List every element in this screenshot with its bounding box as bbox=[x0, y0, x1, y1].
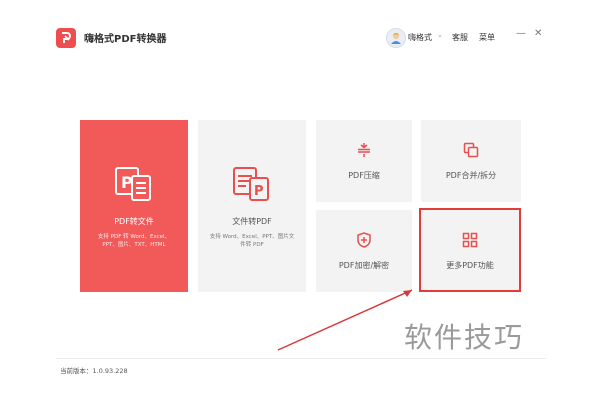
pdf-to-file-desc: 支持 PDF 转 Word、Excel、PPT、图片、TXT、HTML bbox=[97, 234, 171, 248]
chevron-down-icon[interactable]: ⌄ bbox=[437, 31, 443, 39]
compress-icon bbox=[356, 142, 372, 162]
menu-button[interactable]: 菜单 bbox=[479, 32, 495, 43]
pdf-merge-split-label: PDF合并/拆分 bbox=[445, 171, 497, 180]
minimize-icon[interactable]: — bbox=[516, 28, 526, 39]
pdf-merge-split-tile[interactable]: PDF合并/拆分 bbox=[421, 120, 521, 202]
more-pdf-functions-tile[interactable]: 更多PDF功能 bbox=[419, 208, 521, 292]
pdf-compress-tile[interactable]: PDF压缩 bbox=[316, 120, 412, 202]
close-icon[interactable]: ✕ bbox=[534, 28, 542, 39]
pdf-encrypt-tile[interactable]: PDF加密/解密 bbox=[316, 210, 412, 292]
app-title: 嗨格式PDF转换器 bbox=[84, 34, 167, 45]
document-convert-icon: P bbox=[114, 164, 154, 208]
pdf-encrypt-label: PDF加密/解密 bbox=[338, 261, 390, 270]
user-name[interactable]: 嗨格式 bbox=[408, 32, 432, 43]
title-bar: 嗨格式PDF转换器 嗨格式 ⌄ 客服 菜单 — ✕ bbox=[42, 18, 560, 58]
avatar-icon[interactable] bbox=[386, 28, 406, 48]
pdf-to-file-tile[interactable]: P PDF转文件 支持 PDF 转 Word、Excel、PPT、图片、TXT、… bbox=[80, 120, 188, 292]
svg-text:P: P bbox=[254, 184, 264, 199]
file-to-pdf-label: 文件转PDF bbox=[232, 217, 272, 226]
watermark-text: 软件技巧 bbox=[404, 321, 525, 354]
file-to-pdf-tile[interactable]: P 文件转PDF 支持 Word、Excel、PPT、图片文件转 PDF bbox=[198, 120, 306, 292]
more-pdf-functions-label: 更多PDF功能 bbox=[446, 261, 494, 270]
file-to-pdf-desc: 支持 Word、Excel、PPT、图片文件转 PDF bbox=[209, 234, 295, 248]
pdf-compress-label: PDF压缩 bbox=[348, 171, 380, 180]
footer-divider bbox=[56, 358, 546, 359]
merge-icon bbox=[463, 142, 479, 162]
shield-icon bbox=[356, 232, 372, 252]
help-button[interactable]: 客服 bbox=[452, 32, 468, 43]
version-text: 当前版本：1.0.93.228 bbox=[60, 367, 128, 375]
document-to-pdf-icon: P bbox=[232, 164, 272, 208]
pdf-to-file-label: PDF转文件 bbox=[114, 217, 154, 226]
pdf-logo-icon bbox=[56, 28, 76, 48]
grid-icon bbox=[462, 232, 478, 252]
